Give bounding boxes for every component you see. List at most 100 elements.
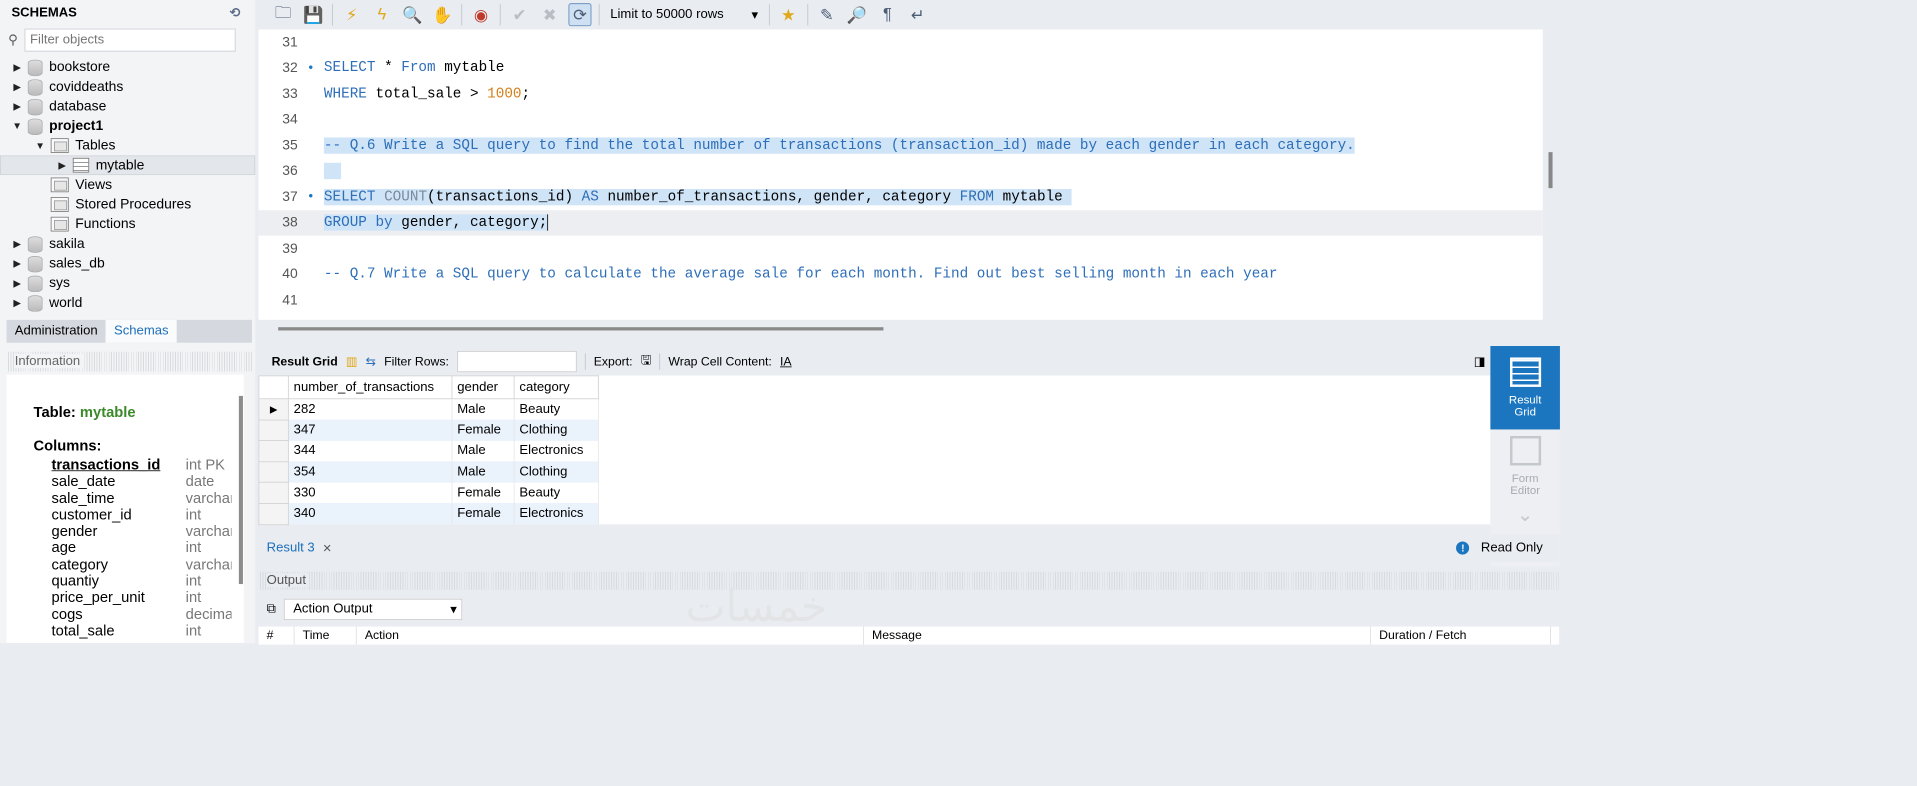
schema-item-coviddeaths[interactable]: ▶ coviddeaths [0,77,255,97]
table-row[interactable]: 330 Female Beauty [258,482,599,504]
read-only-label: Read Only [1480,540,1543,555]
tab-schemas[interactable]: Schemas [105,319,177,343]
table-cell[interactable]: Beauty [514,398,599,420]
line-number: 31 [282,34,298,50]
table-cell[interactable]: Male [451,461,515,483]
table-row[interactable]: 344 Male Electronics [258,440,599,462]
execute-current-icon[interactable]: ϟ [371,3,394,26]
table-cell[interactable]: Clothing [514,461,599,483]
filter-objects-input[interactable] [24,28,236,52]
result-grid-label[interactable]: Result Grid [272,355,338,369]
table-cell[interactable]: Electronics [514,503,599,525]
expand-arrow-icon[interactable]: ▶ [56,160,67,171]
expand-arrow-icon[interactable]: ▶ [11,277,22,288]
result-grid-view-button[interactable]: Result Grid [1490,346,1560,430]
expand-arrow-icon[interactable]: ▶ [11,258,22,269]
schema-item-sys[interactable]: ▶ sys [0,273,255,293]
word-wrap-icon[interactable]: ↵ [906,3,929,26]
column-header[interactable]: number_of_transactions [287,375,453,400]
tab-administration[interactable]: Administration [7,320,106,343]
wrap-cell-icon[interactable]: IA [780,355,792,369]
table-row[interactable]: 340 Female Electronics [258,503,599,525]
table-cell[interactable]: Male [451,398,515,420]
expand-arrow-icon[interactable]: ▶ [11,101,22,112]
limit-rows-select[interactable]: Limit to 50000 rows ▾ [607,7,761,23]
tab-result-3[interactable]: Result 3 × [258,539,332,556]
find-icon[interactable]: 🔎 [846,3,869,26]
schema-item-project1[interactable]: ▼ project1 [0,116,255,136]
schema-item-world[interactable]: ▶ world [0,293,255,313]
tree-item-views[interactable]: Views [0,175,255,195]
expand-arrow-icon[interactable]: ▶ [11,81,22,92]
table-row[interactable]: 347 Female Clothing [258,419,599,442]
collapse-arrow-icon[interactable]: ▼ [34,140,45,151]
collapse-arrow-icon[interactable]: ▼ [11,120,22,131]
table-cell[interactable]: 282 [288,398,453,420]
table-cell[interactable]: 340 [288,503,453,525]
filter-bar: ⚲ [8,28,247,53]
column-header[interactable]: category [513,375,599,400]
schema-item-sales-db[interactable]: ▶ sales_db [0,254,255,274]
save-icon[interactable]: 💾 [302,3,325,26]
action-output-label: Action Output [293,602,373,616]
tree-item-tables[interactable]: ▼ Tables [0,136,255,156]
schema-item-bookstore[interactable]: ▶ bookstore [0,57,255,77]
schema-item-database[interactable]: ▶ database [0,97,255,117]
form-editor-view-button[interactable]: Form Editor [1490,429,1560,503]
output-column-header[interactable]: # [258,626,295,645]
chevron-down-icon[interactable]: ⌄ [1490,503,1560,527]
output-column-header[interactable]: Time [294,626,357,645]
expand-arrow-icon[interactable]: ▶ [11,297,22,308]
output-column-header[interactable]: Duration / Fetch [1371,626,1551,645]
table-cell[interactable]: 344 [288,440,453,462]
invisible-chars-icon[interactable]: ¶ [876,3,899,26]
action-output-select[interactable]: Action Output ▾ [284,598,463,621]
toggle-error-icon[interactable]: ◉ [470,3,493,26]
table-cell[interactable]: 354 [288,461,453,483]
output-column-header[interactable]: Message [864,626,1371,645]
close-icon[interactable]: × [323,539,332,556]
code-fragment: ; [521,85,531,103]
filter-rows-input[interactable] [457,350,577,373]
table-row[interactable]: ▶ 282 Male Beauty [258,398,599,421]
tree-item-functions[interactable]: Functions [0,214,255,234]
table-cell[interactable]: 347 [288,419,453,441]
rollback-icon[interactable]: ✖ [538,3,561,26]
table-cell[interactable]: Female [451,482,515,504]
grid-view-icon[interactable]: ▥ [346,354,358,369]
table-cell[interactable]: Beauty [514,482,599,504]
tree-item-mytable[interactable]: ▶ mytable [0,155,256,176]
column-header[interactable]: gender [451,375,515,400]
expand-arrow-icon[interactable]: ▶ [11,61,22,72]
tree-item-stored-procedures[interactable]: Stored Procedures [0,195,255,215]
editor-vertical-scrollbar[interactable] [1548,152,1553,189]
column-type: int [185,572,202,590]
table-cell[interactable]: Male [451,440,515,462]
copy-icon[interactable]: ⧉ [267,602,276,617]
expand-arrow-icon[interactable]: ▶ [11,238,22,249]
beautify-icon[interactable]: ✎ [815,3,838,26]
refresh-results-icon[interactable]: ⇆ [366,354,376,369]
sql-editor[interactable]: 31 32 ● SELECT * From mytable 33 WHERE to… [258,29,1543,320]
table-row[interactable]: 354 Male Clothing [258,461,599,483]
editor-horizontal-scrollbar[interactable] [278,327,884,331]
info-scrollbar[interactable] [238,395,243,585]
autocommit-icon[interactable]: ⟳ [568,3,592,27]
refresh-icon[interactable]: ⟲ [230,5,241,21]
table-cell[interactable]: Female [451,503,515,525]
toggle-panel-icon[interactable]: ◨ [1474,354,1486,369]
table-cell[interactable]: Clothing [514,419,599,441]
stop-icon[interactable]: ✋ [431,3,454,26]
table-cell[interactable]: Female [451,419,515,441]
add-snippet-icon[interactable]: ★ [777,3,800,26]
table-cell[interactable]: Electronics [514,440,599,462]
export-icon[interactable]: 🖫 [641,351,651,371]
output-column-header[interactable]: Action [357,626,864,645]
database-icon [27,118,43,135]
explain-icon[interactable]: 🔍 [401,3,424,26]
schema-item-sakila[interactable]: ▶ sakila [0,234,255,254]
open-file-icon[interactable]: 🗀 [272,3,295,26]
table-cell[interactable]: 330 [288,482,453,504]
execute-icon[interactable]: ⚡ [340,3,363,26]
commit-icon[interactable]: ✔ [508,3,531,26]
